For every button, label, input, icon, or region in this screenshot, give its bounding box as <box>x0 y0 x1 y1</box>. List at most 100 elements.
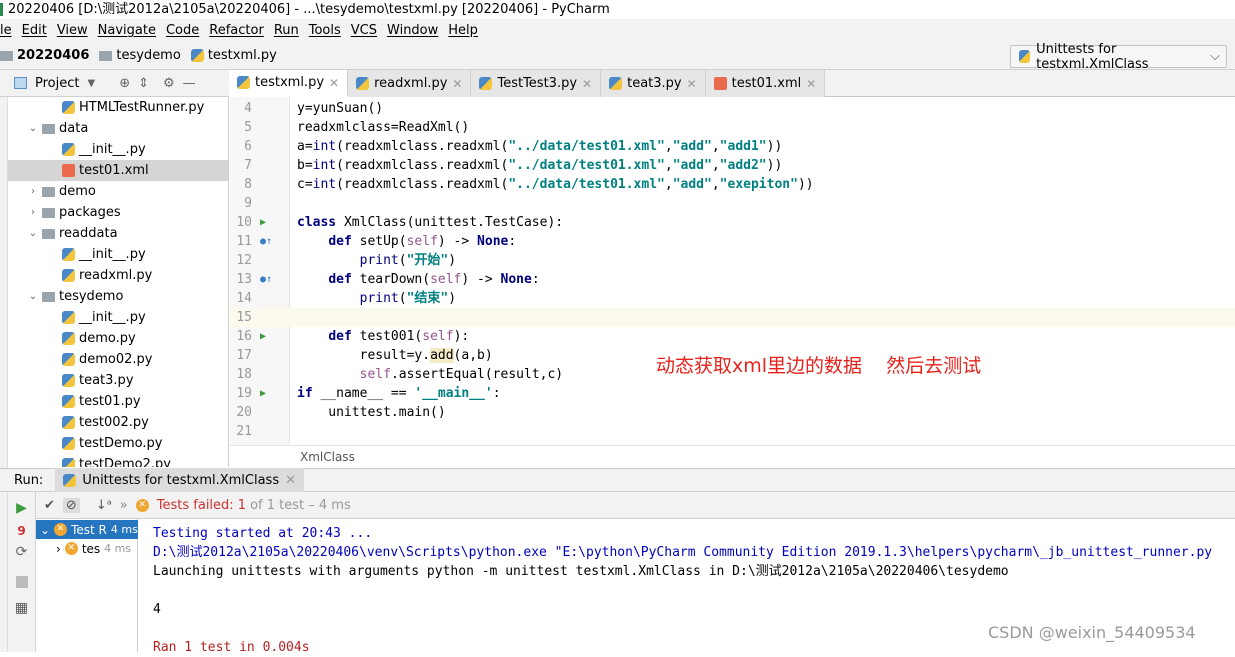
code-text: if __name__ == '__main__': <box>297 384 501 403</box>
close-icon[interactable]: ✕ <box>687 77 697 91</box>
menu-item-window[interactable]: Window <box>387 23 438 38</box>
code-token: int <box>312 177 337 192</box>
menu-item-run[interactable]: Run <box>274 23 299 38</box>
line-number: 6 <box>244 139 252 154</box>
chevron-right-icon[interactable]: › <box>28 207 38 218</box>
run-configuration-select[interactable]: Unittests for testxml.XmlClass ⌵ <box>1010 42 1227 72</box>
tree-item-label: readdata <box>59 226 118 241</box>
close-icon[interactable]: ✕ <box>582 77 592 91</box>
tree-item-label: tesydemo <box>59 289 124 304</box>
tree-item[interactable]: demo.py <box>8 328 228 349</box>
tree-item[interactable]: › demo <box>8 181 228 202</box>
breadcrumb-project[interactable]: 20220406 <box>0 48 89 63</box>
show-ignored-icon[interactable]: ⊘ <box>62 497 80 513</box>
show-passed-icon[interactable]: ✔ <box>44 498 55 513</box>
sort-alpha-icon[interactable]: ↓ᵃ <box>96 498 112 513</box>
menu-item-refactor[interactable]: Refactor <box>209 23 264 38</box>
code-text: print("开始") <box>297 251 456 270</box>
test-node[interactable]: ⌄ ✕ Test R4 ms <box>36 520 138 539</box>
tree-item[interactable]: ⌄ data <box>8 118 228 139</box>
tab-readxml-py[interactable]: readxml.py ✕ <box>348 70 472 97</box>
breadcrumb-file[interactable]: testxml.py <box>190 48 277 63</box>
tree-item[interactable]: testDemo2.py <box>8 454 228 467</box>
code-line: 11 ●↑ def setUp(self) -> None: <box>230 232 1235 251</box>
tree-item[interactable]: demo02.py <box>8 349 228 370</box>
project-view-select[interactable]: Project <box>35 76 79 91</box>
override-gutter-icon[interactable]: ●↑ <box>260 232 272 251</box>
tree-item[interactable]: readxml.py <box>8 265 228 286</box>
python-file-icon <box>62 437 75 450</box>
chevron-down-icon[interactable]: ⌄ <box>28 291 38 302</box>
run-gutter-icon[interactable]: ▶ <box>260 327 266 346</box>
code-token: XmlClass(unittest.TestCase): <box>336 215 564 230</box>
rerun-failed-icon[interactable]: 9 <box>8 524 35 538</box>
close-icon[interactable]: ✕ <box>329 76 339 90</box>
run-tab[interactable]: Unittests for testxml.XmlClass ✕ <box>55 468 305 492</box>
chevron-down-icon[interactable]: ⌄ <box>28 123 38 134</box>
code-token: "add" <box>672 158 712 173</box>
chevron-right-icon[interactable]: › <box>56 542 61 556</box>
run-gutter-icon[interactable]: ▶ <box>260 213 266 232</box>
override-gutter-icon[interactable]: ●↑ <box>260 270 272 289</box>
menu-item-help[interactable]: Help <box>448 23 478 38</box>
tree-item[interactable]: ⌄ readdata <box>8 223 228 244</box>
tree-item[interactable]: __init__.py <box>8 244 228 265</box>
python-test-icon <box>1019 50 1031 63</box>
breadcrumb-folder[interactable]: tesydemo <box>99 48 181 63</box>
code-token: "add2" <box>719 158 767 173</box>
locate-icon[interactable]: ⊕ <box>119 76 130 91</box>
python-file-icon <box>62 416 75 429</box>
code-token: a= <box>297 139 313 154</box>
tree-item[interactable]: HTMLTestRunner.py <box>8 97 228 118</box>
tree-item[interactable]: __init__.py <box>8 307 228 328</box>
chevron-right-icon[interactable]: › <box>28 186 38 197</box>
tree-item[interactable]: test002.py <box>8 412 228 433</box>
more-icon[interactable]: » <box>120 498 128 513</box>
menu-item-tools[interactable]: Tools <box>309 23 341 38</box>
close-icon[interactable]: ✕ <box>806 77 816 91</box>
tree-item[interactable]: __init__.py <box>8 139 228 160</box>
hide-icon[interactable]: — <box>183 76 196 91</box>
code-text: def setUp(self) -> None: <box>297 232 516 251</box>
menu-item-vcs[interactable]: VCS <box>351 23 377 38</box>
chevron-down-icon[interactable]: ▼ <box>87 78 95 89</box>
run-gutter-icon[interactable]: ▶ <box>260 384 266 403</box>
code-line: 4 y=yunSuan() <box>230 99 1235 118</box>
code-token: def <box>328 234 352 249</box>
menu-item-edit[interactable]: Edit <box>22 23 47 38</box>
tab-test01-xml[interactable]: test01.xml ✕ <box>705 70 826 97</box>
stop-icon[interactable] <box>15 576 28 588</box>
tree-item[interactable]: teat3.py <box>8 370 228 391</box>
toggle-auto-test-icon[interactable]: ⟳ <box>8 544 35 560</box>
test-node-label: tes <box>81 541 101 556</box>
tab-testxml-py[interactable]: testxml.py ✕ <box>229 70 349 97</box>
menu-item-view[interactable]: View <box>57 23 88 38</box>
tests-failed-count: Tests failed: 1 <box>156 497 247 513</box>
tree-item[interactable]: testDemo.py <box>8 433 228 454</box>
tab-testtest3-py[interactable]: TestTest3.py ✕ <box>471 70 602 97</box>
rerun-icon[interactable]: ▶ <box>8 500 35 516</box>
tab-teat3-py[interactable]: teat3.py ✕ <box>601 70 706 97</box>
chevron-down-icon[interactable]: ⌄ <box>28 228 38 239</box>
code-editor[interactable]: 4 y=yunSuan() 5 readxmlclass=ReadXml() 6 a=in… <box>230 97 1235 445</box>
tree-item-label: test01.xml <box>79 163 149 178</box>
menu-item-code[interactable]: Code <box>166 23 199 38</box>
menu-item-navigate[interactable]: Navigate <box>98 23 156 38</box>
test-node[interactable]: › ✕ tes 4 ms <box>36 539 138 558</box>
tree-item[interactable]: test01.py <box>8 391 228 412</box>
collapse-all-icon[interactable]: ⇕ <box>138 76 149 91</box>
project-panel-header: Project ▼ ⊕ ⇕ ⚙ — <box>0 70 229 97</box>
menu-item-le[interactable]: le <box>0 23 12 38</box>
editor-breadcrumb[interactable]: XmlClass <box>230 445 1235 468</box>
tree-item[interactable]: ⌄ tesydemo <box>8 286 228 307</box>
close-icon[interactable]: ✕ <box>285 473 296 488</box>
chevron-down-icon[interactable]: ⌄ <box>40 523 50 537</box>
tree-item[interactable]: › packages <box>8 202 228 223</box>
close-icon[interactable]: ✕ <box>452 77 462 91</box>
line-number: 9 <box>244 196 252 211</box>
tree-item[interactable]: test01.xml <box>8 160 228 181</box>
layout-icon[interactable]: ▦ <box>8 600 35 616</box>
python-file-icon <box>62 374 75 387</box>
gear-icon[interactable]: ⚙ <box>163 76 175 91</box>
failed-icon: ✕ <box>54 523 68 536</box>
